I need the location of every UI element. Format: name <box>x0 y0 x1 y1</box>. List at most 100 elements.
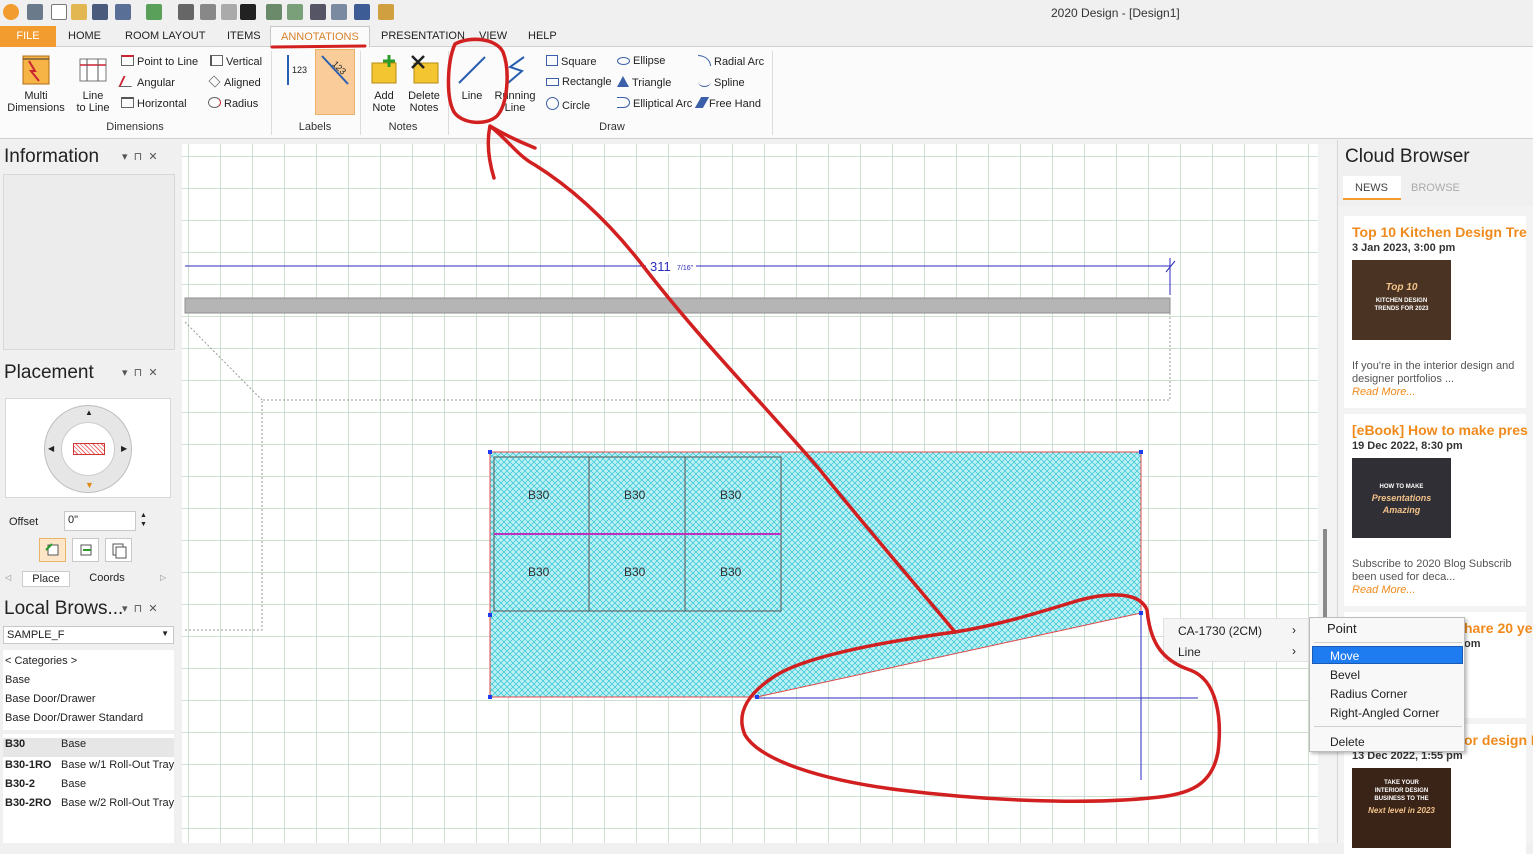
lock-icon[interactable] <box>27 4 43 20</box>
angular-button[interactable]: Angular <box>118 76 175 89</box>
read-more-link[interactable]: Read More... <box>1352 584 1416 596</box>
news-thumbnail[interactable]: TAKE YOUR INTERIOR DESIGN BUSINESS TO TH… <box>1352 768 1451 848</box>
nudge-left-icon[interactable]: ◀ <box>48 444 54 453</box>
nudge-up-icon[interactable]: ▲ <box>85 408 93 417</box>
news-thumbnail[interactable]: HOW TO MAKE Presentations Amazing <box>1352 458 1451 538</box>
category-item[interactable]: Base Door/Drawer <box>5 693 95 705</box>
tab-annotations[interactable]: ANNOTATIONS <box>270 26 370 48</box>
copy-icon[interactable] <box>200 4 216 20</box>
radial-arc-button[interactable]: Radial Arc <box>698 55 764 68</box>
open-folder-icon[interactable] <box>71 4 87 20</box>
tab-file[interactable]: FILE <box>0 26 56 47</box>
submenu-item-bevel[interactable]: Bevel <box>1330 668 1360 682</box>
place-right-button[interactable] <box>72 538 99 562</box>
nudge-dial[interactable]: ▲ ▼ ◀ ▶ <box>44 405 132 493</box>
delete-icon[interactable] <box>240 4 256 20</box>
context-item-countertop[interactable]: CA-1730 (2CM) <box>1178 624 1262 638</box>
selection-handle[interactable] <box>488 613 492 617</box>
news-thumbnail[interactable]: Top 10 KITCHEN DESIGN TRENDS FOR 2023 <box>1352 260 1451 340</box>
placement-panel-controls[interactable]: ▾ ⊓ ✕ <box>122 366 158 379</box>
selection-handle[interactable] <box>755 695 759 699</box>
wall[interactable] <box>184 297 1171 314</box>
news-title[interactable]: [eBook] How to make pres <box>1352 422 1528 438</box>
placement-scroll-right-icon[interactable]: ▷ <box>160 573 166 582</box>
aligned-button[interactable]: Aligned <box>208 75 261 89</box>
submenu-item-delete[interactable]: Delete <box>1330 735 1365 749</box>
news-title[interactable]: Top 10 Kitchen Design Tre <box>1352 224 1527 240</box>
new-file-icon[interactable] <box>51 4 67 20</box>
line-to-line-button[interactable]: Line to Line <box>72 53 114 114</box>
selection-handle[interactable] <box>488 450 492 454</box>
submenu-item-radius-corner[interactable]: Radius Corner <box>1330 687 1407 701</box>
tab-news[interactable]: NEWS <box>1343 176 1401 200</box>
design-canvas[interactable]: 311 7/16" B30 B30 B30 B30 B30 B30 <box>182 144 1318 843</box>
vertical-button[interactable]: Vertical <box>210 55 262 68</box>
place-copy-button[interactable] <box>105 538 132 562</box>
elliptical-arc-button[interactable]: Elliptical Arc <box>617 97 692 110</box>
tab-browse[interactable]: BROWSE <box>1411 182 1460 194</box>
selection-handle[interactable] <box>1139 450 1143 454</box>
selection-handle[interactable] <box>1139 611 1143 615</box>
category-item[interactable]: Base <box>5 674 30 686</box>
context-item-line[interactable]: Line <box>1178 645 1201 659</box>
label-aligned-button[interactable]: 123 <box>315 49 355 115</box>
tab-items[interactable]: ITEMS <box>227 30 261 42</box>
delete-notes-button[interactable]: Delete Notes <box>404 53 444 114</box>
point-to-line-button[interactable]: Point to Line <box>121 55 198 68</box>
information-panel-controls[interactable]: ▾ ⊓ ✕ <box>122 150 158 163</box>
placement-tab-coords[interactable]: Coords <box>82 572 132 584</box>
place-left-button[interactable] <box>39 538 66 562</box>
multi-dimensions-button[interactable]: Multi Dimensions <box>6 53 66 114</box>
spline-button[interactable]: Spline <box>698 76 745 89</box>
tab-help[interactable]: HELP <box>528 30 557 42</box>
3d-box-icon[interactable] <box>354 4 370 20</box>
countertop[interactable] <box>489 451 1142 698</box>
view-icon[interactable] <box>266 4 282 20</box>
render-icon[interactable] <box>287 4 303 20</box>
free-hand-button[interactable]: Free Hand <box>694 97 761 110</box>
news-card[interactable]: [eBook] How to make pres 19 Dec 2022, 8:… <box>1344 414 1528 606</box>
read-more-link[interactable]: Read More... <box>1352 386 1416 398</box>
submenu-item-move[interactable]: Move <box>1312 646 1463 664</box>
tab-view[interactable]: VIEW <box>479 30 507 42</box>
nudge-down-icon[interactable]: ▼ <box>85 480 94 490</box>
ellipse-button[interactable]: Ellipse <box>617 55 665 67</box>
nudge-right-icon[interactable]: ▶ <box>121 444 127 453</box>
horizontal-button[interactable]: Horizontal <box>121 97 187 110</box>
nudge-center[interactable] <box>61 422 115 476</box>
news-title[interactable]: hare 20 yea <box>1464 620 1533 636</box>
list-item[interactable]: B30-1RO Base w/1 Roll-Out Tray <box>5 759 174 771</box>
add-note-button[interactable]: Add Note <box>365 53 403 114</box>
radius-button[interactable]: Radius <box>208 97 258 110</box>
submenu-item-right-angled-corner[interactable]: Right-Angled Corner <box>1330 706 1439 720</box>
offset-stepper[interactable]: ▲ ▼ <box>140 511 147 529</box>
categories-link[interactable]: < Categories > <box>5 655 77 667</box>
square-button[interactable]: Square <box>546 55 596 68</box>
tab-home[interactable]: HOME <box>68 30 101 42</box>
cut-icon[interactable] <box>178 4 194 20</box>
undo-icon[interactable] <box>115 4 131 20</box>
list-item[interactable]: B30 Base <box>3 738 174 757</box>
offset-input[interactable]: 0" <box>64 511 136 531</box>
cross-icon[interactable] <box>310 4 326 20</box>
rectangle-button[interactable]: Rectangle <box>546 76 612 88</box>
app-logo-icon[interactable] <box>3 4 19 20</box>
placement-tab-place[interactable]: Place <box>22 571 70 587</box>
triangle-button[interactable]: Triangle <box>617 76 671 89</box>
draw-line-button[interactable]: Line <box>453 53 491 102</box>
news-card[interactable]: Top 10 Kitchen Design Tre 3 Jan 2023, 3:… <box>1344 216 1527 408</box>
news-title[interactable]: or design I <box>1464 732 1533 748</box>
catalog-select[interactable]: SAMPLE_F ▼ <box>3 626 174 644</box>
paste-icon[interactable] <box>221 4 237 20</box>
settings-icon[interactable] <box>378 4 394 20</box>
tab-presentation[interactable]: PRESENTATION <box>381 30 465 42</box>
local-browser-panel-controls[interactable]: ▾ ⊓ ✕ <box>122 602 158 615</box>
list-item[interactable]: B30-2RO Base w/2 Roll-Out Tray <box>5 797 174 809</box>
selection-handle[interactable] <box>488 695 492 699</box>
placement-scroll-left-icon[interactable]: ◁ <box>5 573 11 582</box>
list-item[interactable]: B30-2 Base <box>5 778 86 790</box>
image-icon[interactable] <box>331 4 347 20</box>
redo-icon[interactable] <box>146 4 162 20</box>
circle-button[interactable]: Circle <box>546 97 590 112</box>
running-line-button[interactable]: Running Line <box>493 53 537 114</box>
